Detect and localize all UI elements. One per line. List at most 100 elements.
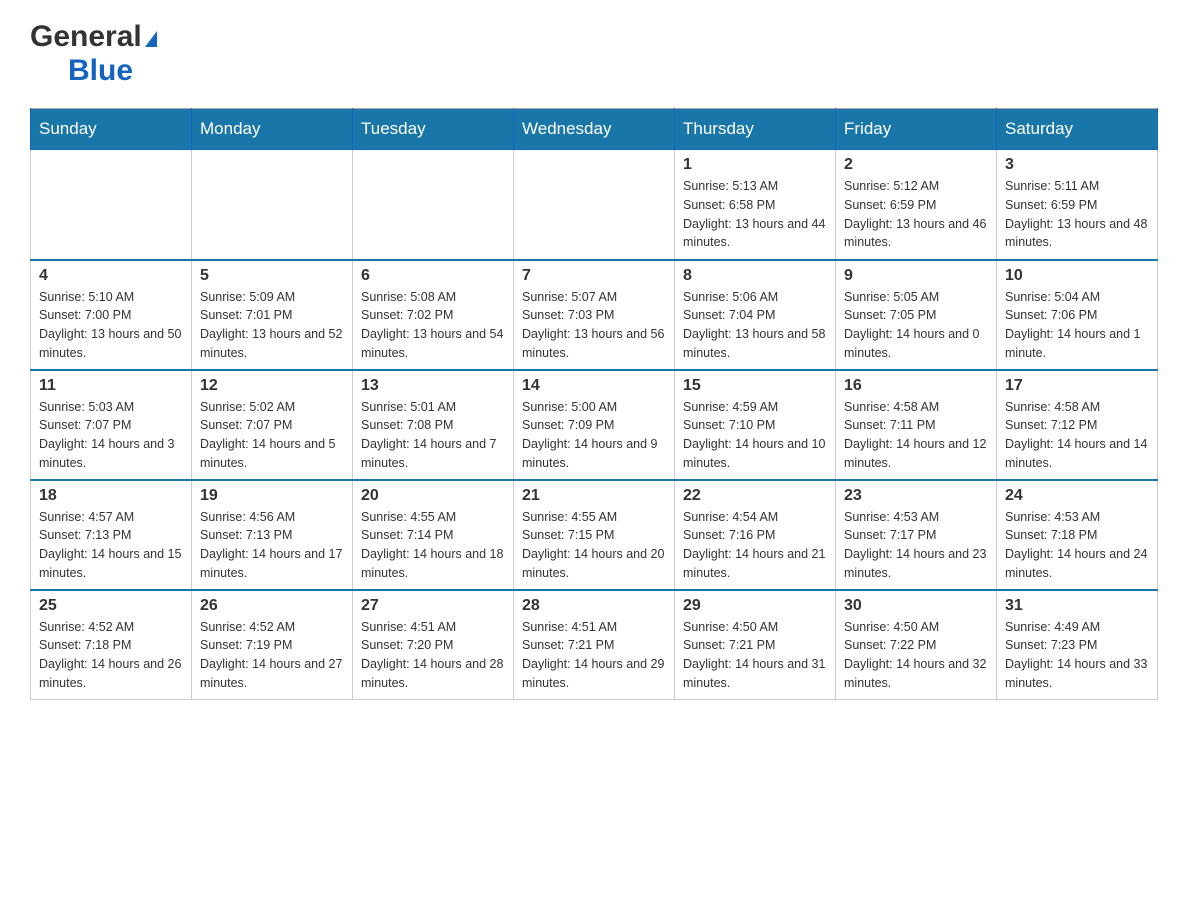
day-info: Sunrise: 4:55 AMSunset: 7:15 PMDaylight:…	[522, 508, 666, 583]
day-info: Sunrise: 5:05 AMSunset: 7:05 PMDaylight:…	[844, 288, 988, 363]
weekday-header-row: SundayMondayTuesdayWednesdayThursdayFrid…	[31, 109, 1158, 150]
day-info: Sunrise: 4:50 AMSunset: 7:22 PMDaylight:…	[844, 618, 988, 693]
day-number: 29	[683, 597, 827, 615]
day-number: 2	[844, 156, 988, 174]
day-info: Sunrise: 4:50 AMSunset: 7:21 PMDaylight:…	[683, 618, 827, 693]
day-number: 25	[39, 597, 183, 615]
calendar-cell: 16 Sunrise: 4:58 AMSunset: 7:11 PMDayligh…	[836, 370, 997, 480]
calendar-cell: 2 Sunrise: 5:12 AMSunset: 6:59 PMDaylight…	[836, 150, 997, 260]
calendar-cell: 13Sunrise: 5:01 AMSunset: 7:08 PMDayligh…	[353, 370, 514, 480]
day-info: Sunrise: 4:55 AMSunset: 7:14 PMDaylight:…	[361, 508, 505, 583]
day-number: 8	[683, 267, 827, 285]
calendar-cell: 1 Sunrise: 5:13 AMSunset: 6:58 PMDaylight…	[675, 150, 836, 260]
day-number: 17	[1005, 377, 1149, 395]
calendar-cell: 26 Sunrise: 4:52 AMSunset: 7:19 PMDayligh…	[192, 590, 353, 700]
calendar-cell: 15 Sunrise: 4:59 AMSunset: 7:10 PMDayligh…	[675, 370, 836, 480]
calendar-cell	[353, 150, 514, 260]
calendar-cell	[31, 150, 192, 260]
day-info: Sunrise: 5:09 AMSunset: 7:01 PMDaylight:…	[200, 288, 344, 363]
day-info: Sunrise: 5:07 AMSunset: 7:03 PMDaylight:…	[522, 288, 666, 363]
day-info: Sunrise: 5:13 AMSunset: 6:58 PMDaylight:…	[683, 177, 827, 252]
calendar-cell: 12 Sunrise: 5:02 AMSunset: 7:07 PMDayligh…	[192, 370, 353, 480]
weekday-header: Wednesday	[514, 109, 675, 150]
day-number: 23	[844, 487, 988, 505]
day-info: Sunrise: 4:56 AMSunset: 7:13 PMDaylight:…	[200, 508, 344, 583]
calendar-cell: 28Sunrise: 4:51 AMSunset: 7:21 PMDayligh…	[514, 590, 675, 700]
day-info: Sunrise: 5:04 AMSunset: 7:06 PMDaylight:…	[1005, 288, 1149, 363]
calendar-table: SundayMondayTuesdayWednesdayThursdayFrid…	[30, 108, 1158, 700]
day-number: 1	[683, 156, 827, 174]
day-number: 31	[1005, 597, 1149, 615]
day-number: 5	[200, 267, 344, 285]
day-number: 7	[522, 267, 666, 285]
day-number: 12	[200, 377, 344, 395]
calendar-cell: 30 Sunrise: 4:50 AMSunset: 7:22 PMDayligh…	[836, 590, 997, 700]
day-info: Sunrise: 5:03 AMSunset: 7:07 PMDaylight:…	[39, 398, 183, 473]
day-number: 14	[522, 377, 666, 395]
logo: General Blue	[30, 20, 157, 88]
day-number: 20	[361, 487, 505, 505]
calendar-cell: 14 Sunrise: 5:00 AMSunset: 7:09 PMDayligh…	[514, 370, 675, 480]
calendar-cell	[192, 150, 353, 260]
day-info: Sunrise: 4:51 AMSunset: 7:20 PMDaylight:…	[361, 618, 505, 693]
calendar-cell: 19Sunrise: 4:56 AMSunset: 7:13 PMDayligh…	[192, 480, 353, 590]
weekday-header: Sunday	[31, 109, 192, 150]
calendar-cell: 5 Sunrise: 5:09 AMSunset: 7:01 PMDaylight…	[192, 260, 353, 370]
day-info: Sunrise: 4:53 AMSunset: 7:17 PMDaylight:…	[844, 508, 988, 583]
calendar-cell: 11 Sunrise: 5:03 AMSunset: 7:07 PMDayligh…	[31, 370, 192, 480]
calendar-week-row: 11 Sunrise: 5:03 AMSunset: 7:07 PMDayligh…	[31, 370, 1158, 480]
day-info: Sunrise: 5:00 AMSunset: 7:09 PMDaylight:…	[522, 398, 666, 473]
calendar-cell: 22 Sunrise: 4:54 AMSunset: 7:16 PMDayligh…	[675, 480, 836, 590]
day-info: Sunrise: 4:58 AMSunset: 7:12 PMDaylight:…	[1005, 398, 1149, 473]
day-number: 27	[361, 597, 505, 615]
calendar-cell: 6Sunrise: 5:08 AMSunset: 7:02 PMDaylight…	[353, 260, 514, 370]
day-info: Sunrise: 5:12 AMSunset: 6:59 PMDaylight:…	[844, 177, 988, 252]
day-number: 15	[683, 377, 827, 395]
day-info: Sunrise: 4:51 AMSunset: 7:21 PMDaylight:…	[522, 618, 666, 693]
calendar-cell: 23 Sunrise: 4:53 AMSunset: 7:17 PMDayligh…	[836, 480, 997, 590]
day-info: Sunrise: 5:08 AMSunset: 7:02 PMDaylight:…	[361, 288, 505, 363]
day-info: Sunrise: 4:53 AMSunset: 7:18 PMDaylight:…	[1005, 508, 1149, 583]
day-info: Sunrise: 4:52 AMSunset: 7:19 PMDaylight:…	[200, 618, 344, 693]
day-info: Sunrise: 4:58 AMSunset: 7:11 PMDaylight:…	[844, 398, 988, 473]
day-info: Sunrise: 4:57 AMSunset: 7:13 PMDaylight:…	[39, 508, 183, 583]
day-info: Sunrise: 4:59 AMSunset: 7:10 PMDaylight:…	[683, 398, 827, 473]
calendar-cell: 20 Sunrise: 4:55 AMSunset: 7:14 PMDayligh…	[353, 480, 514, 590]
day-info: Sunrise: 4:49 AMSunset: 7:23 PMDaylight:…	[1005, 618, 1149, 693]
calendar-cell: 8 Sunrise: 5:06 AMSunset: 7:04 PMDaylight…	[675, 260, 836, 370]
day-info: Sunrise: 5:06 AMSunset: 7:04 PMDaylight:…	[683, 288, 827, 363]
weekday-header: Tuesday	[353, 109, 514, 150]
day-info: Sunrise: 5:10 AMSunset: 7:00 PMDaylight:…	[39, 288, 183, 363]
day-number: 16	[844, 377, 988, 395]
calendar-cell: 24 Sunrise: 4:53 AMSunset: 7:18 PMDayligh…	[997, 480, 1158, 590]
day-number: 9	[844, 267, 988, 285]
day-info: Sunrise: 5:11 AMSunset: 6:59 PMDaylight:…	[1005, 177, 1149, 252]
day-number: 24	[1005, 487, 1149, 505]
calendar-cell: 29 Sunrise: 4:50 AMSunset: 7:21 PMDayligh…	[675, 590, 836, 700]
calendar-cell: 10 Sunrise: 5:04 AMSunset: 7:06 PMDayligh…	[997, 260, 1158, 370]
day-number: 22	[683, 487, 827, 505]
day-number: 21	[522, 487, 666, 505]
calendar-cell: 3 Sunrise: 5:11 AMSunset: 6:59 PMDaylight…	[997, 150, 1158, 260]
calendar-cell	[514, 150, 675, 260]
weekday-header: Monday	[192, 109, 353, 150]
day-number: 3	[1005, 156, 1149, 174]
day-number: 10	[1005, 267, 1149, 285]
calendar-cell: 7 Sunrise: 5:07 AMSunset: 7:03 PMDaylight…	[514, 260, 675, 370]
day-info: Sunrise: 4:54 AMSunset: 7:16 PMDaylight:…	[683, 508, 827, 583]
calendar-week-row: 4Sunrise: 5:10 AMSunset: 7:00 PMDaylight…	[31, 260, 1158, 370]
day-info: Sunrise: 5:02 AMSunset: 7:07 PMDaylight:…	[200, 398, 344, 473]
calendar-week-row: 1 Sunrise: 5:13 AMSunset: 6:58 PMDaylight…	[31, 150, 1158, 260]
day-number: 30	[844, 597, 988, 615]
calendar-cell: 25 Sunrise: 4:52 AMSunset: 7:18 PMDayligh…	[31, 590, 192, 700]
day-info: Sunrise: 5:01 AMSunset: 7:08 PMDaylight:…	[361, 398, 505, 473]
day-info: Sunrise: 4:52 AMSunset: 7:18 PMDaylight:…	[39, 618, 183, 693]
calendar-cell: 18 Sunrise: 4:57 AMSunset: 7:13 PMDayligh…	[31, 480, 192, 590]
day-number: 26	[200, 597, 344, 615]
weekday-header: Friday	[836, 109, 997, 150]
calendar-cell: 21 Sunrise: 4:55 AMSunset: 7:15 PMDayligh…	[514, 480, 675, 590]
day-number: 18	[39, 487, 183, 505]
day-number: 11	[39, 377, 183, 395]
calendar-week-row: 25 Sunrise: 4:52 AMSunset: 7:18 PMDayligh…	[31, 590, 1158, 700]
weekday-header: Saturday	[997, 109, 1158, 150]
